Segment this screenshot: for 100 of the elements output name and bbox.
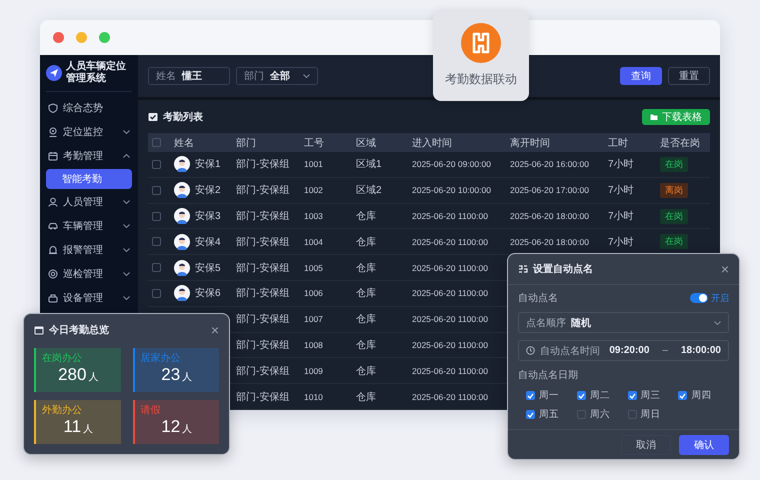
table-cell-text: 安保1 (195, 158, 221, 172)
table-cell: 1006 (304, 288, 323, 298)
table-cell-text: 7小时 (608, 158, 634, 172)
overview-title: 今日考勤总览 (49, 324, 109, 337)
checkbox-label: 周三 (640, 389, 660, 402)
sidebar-item[interactable]: 综合态势 (46, 96, 132, 120)
avatar-icon (174, 156, 190, 172)
chevron-icon (123, 296, 130, 300)
row-checkbox[interactable] (152, 237, 161, 246)
table-cell: 2025-06-20 1100:00 (412, 340, 488, 350)
link-logo-icon (461, 23, 501, 63)
stat-value: 12 人 (161, 417, 192, 437)
checkbox[interactable] (628, 391, 636, 400)
chevron-icon (123, 200, 130, 204)
close-button[interactable]: × (720, 262, 729, 276)
row-checkbox[interactable] (152, 186, 161, 195)
checkbox[interactable] (526, 410, 535, 419)
stat-value: 11 人 (63, 417, 94, 437)
table-cell-text: 仓库 (356, 338, 376, 352)
table-cell-text: 区域1 (356, 158, 382, 172)
table-cell-text: 7小时 (608, 184, 634, 198)
sidebar-item[interactable]: 人员管理 (46, 190, 132, 214)
confirm-button[interactable]: 确认 (679, 435, 729, 455)
reset-button[interactable]: 重置 (668, 67, 710, 85)
chevron-icon (123, 248, 130, 252)
checkbox-label: 周日 (640, 408, 660, 421)
sidebar-item[interactable]: 报警管理 (46, 238, 132, 262)
table-cell: 2025-06-20 1100:00 (412, 392, 488, 402)
table-cell-text: 安保6 (195, 286, 221, 300)
dialog-title: 设置自动点名 (533, 262, 593, 276)
table-cell: 1010 (304, 392, 323, 402)
device-icon (48, 293, 58, 303)
chevron-icon (123, 272, 130, 276)
table-cell: 2025-06-20 09:00:00 (412, 159, 491, 170)
table-cell-text: 安保3 (195, 210, 221, 224)
checkbox[interactable] (628, 410, 636, 419)
row-checkbox[interactable] (152, 288, 161, 298)
table-cell-text: 安保5 (195, 262, 221, 275)
field-label: 自动点名日期 (518, 368, 578, 382)
feature-label: 考勤数据联动 (445, 71, 517, 88)
person-icon (48, 197, 58, 207)
sidebar-item[interactable]: 设备管理 (46, 286, 132, 310)
table-cell: 1002 (304, 185, 323, 196)
car-icon (48, 221, 58, 231)
checkbox-label: 周一 (539, 389, 559, 402)
status-tag: 在岗 (660, 156, 688, 172)
checkbox[interactable] (576, 410, 586, 419)
table-cell: 2025-06-20 18:00:00 (510, 236, 589, 247)
calendar-icon (34, 325, 44, 335)
department-dropdown[interactable]: 部门 全部 (236, 67, 318, 85)
row-checkbox[interactable] (152, 212, 161, 221)
avatar-icon (174, 234, 190, 250)
table-cell: 1009 (304, 366, 323, 376)
chevron-icon (123, 130, 130, 134)
table-cell: 2025-06-20 1100:00 (412, 236, 488, 247)
checkbox[interactable] (678, 391, 688, 400)
table-cell-text: 部门-安保组 (236, 236, 290, 249)
table-cell-text: 安保2 (195, 184, 221, 198)
table-cell: 2025-06-20 1100:00 (412, 211, 488, 222)
select-all-checkbox[interactable] (152, 138, 161, 148)
table-cell-text: 仓库 (356, 364, 376, 378)
table-cell-text: 部门-安保组 (236, 262, 290, 275)
checkbox-label: 周二 (590, 389, 610, 402)
checkbox[interactable] (526, 391, 535, 400)
sidebar-item[interactable]: 巡检管理 (46, 262, 132, 286)
sidebar-item[interactable]: 车辆管理 (46, 214, 132, 238)
sidebar-item[interactable]: 定位监控 (46, 120, 132, 144)
stat-value: 280 人 (58, 365, 98, 385)
close-button[interactable]: × (210, 323, 219, 337)
table-cell-text: 仓库 (356, 210, 376, 224)
toggle-switch[interactable] (690, 293, 708, 303)
toggle-label: 开启 (711, 292, 729, 304)
maximize-dot[interactable] (99, 32, 110, 43)
checkbox-label: 周六 (590, 408, 610, 421)
field-label: 自动点名 (518, 292, 558, 305)
row-checkbox[interactable] (152, 263, 161, 272)
target-icon (48, 269, 58, 279)
avatar-icon (174, 285, 190, 302)
table-cell-text: 仓库 (356, 286, 376, 300)
name-field[interactable]: 姓名 懂王 (148, 67, 230, 85)
table-cell-text: 部门-安保组 (236, 210, 290, 224)
stat-label: 外勤办公 (42, 404, 83, 417)
table-cell-text: 部门-安保组 (236, 338, 290, 352)
status-tag: 在岗 (660, 208, 688, 224)
location-icon (48, 127, 58, 137)
status-tag: 离岗 (660, 182, 688, 198)
avatar-icon (174, 260, 190, 276)
query-button[interactable]: 查询 (620, 67, 662, 85)
row-checkbox[interactable] (152, 160, 161, 169)
table-cell-text: 部门-安保组 (236, 364, 290, 378)
checkbox[interactable] (576, 391, 586, 400)
sidebar-item[interactable]: 考勤管理 (46, 144, 132, 168)
close-dot[interactable] (53, 32, 64, 43)
minimize-dot[interactable] (76, 32, 87, 43)
avatar-icon (174, 182, 190, 198)
table-cell-text: 部门-安保组 (236, 184, 290, 198)
time-range-field[interactable]: 自动点名时间 09:20:00 – 18:00:00 (518, 340, 729, 361)
sidebar-subitem[interactable]: 智能考勤 (46, 169, 132, 189)
cancel-button[interactable]: 取消 (621, 435, 671, 455)
order-dropdown[interactable]: 点名顺序 随机 (518, 312, 729, 333)
